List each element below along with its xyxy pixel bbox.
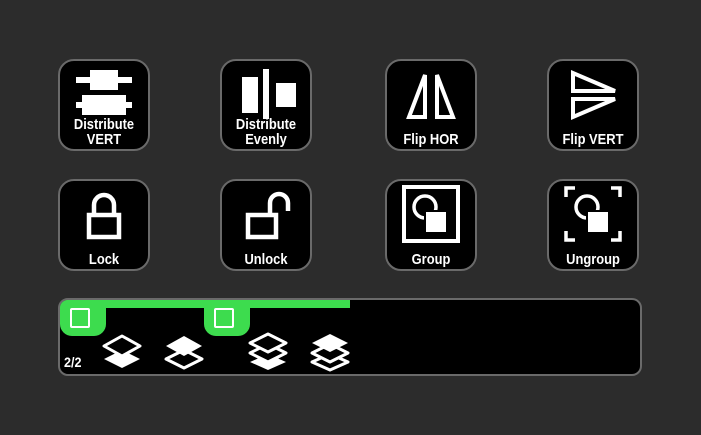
unlock-button[interactable]: Unlock xyxy=(220,179,312,271)
layer-up-icon[interactable] xyxy=(162,332,206,372)
unlock-label: Unlock xyxy=(244,251,288,268)
page-square-icon xyxy=(214,308,234,328)
layer-to-back-icon[interactable] xyxy=(246,332,290,372)
flip-hor-label: Flip HOR xyxy=(403,131,459,148)
lock-icon xyxy=(86,192,122,240)
distribute-evenly-icon xyxy=(242,69,296,119)
distribute-evenly-label: Distribute Evenly xyxy=(235,116,297,148)
layer-down-icon[interactable] xyxy=(100,332,144,372)
flip-vertical-icon xyxy=(571,69,616,121)
lock-label: Lock xyxy=(88,251,120,268)
page-tab-1[interactable] xyxy=(60,300,106,336)
flip-vert-button[interactable]: Flip VERT xyxy=(547,59,639,151)
distribute-vert-label: Distribute VERT xyxy=(73,116,135,148)
layer-to-front-icon[interactable] xyxy=(308,332,352,372)
group-button[interactable]: Group xyxy=(385,179,477,271)
unlock-icon xyxy=(245,191,291,240)
page-strip: 2/2 xyxy=(58,298,642,376)
flip-horizontal-icon xyxy=(406,74,456,119)
group-icon xyxy=(402,185,460,243)
flip-hor-button[interactable]: Flip HOR xyxy=(385,59,477,151)
page-tab-2[interactable] xyxy=(204,300,250,336)
ungroup-button[interactable]: Ungroup xyxy=(547,179,639,271)
distribute-evenly-button[interactable]: Distribute Evenly xyxy=(220,59,312,151)
page-square-icon xyxy=(70,308,90,328)
distribute-vert-button[interactable]: Distribute VERT xyxy=(58,59,150,151)
page-counter: 2/2 xyxy=(64,354,82,370)
distribute-vertical-icon xyxy=(76,70,132,115)
ungroup-label: Ungroup xyxy=(566,251,620,268)
ungroup-icon xyxy=(564,186,622,242)
group-label: Group xyxy=(411,251,451,268)
lock-button[interactable]: Lock xyxy=(58,179,150,271)
flip-vert-label: Flip VERT xyxy=(562,131,624,148)
